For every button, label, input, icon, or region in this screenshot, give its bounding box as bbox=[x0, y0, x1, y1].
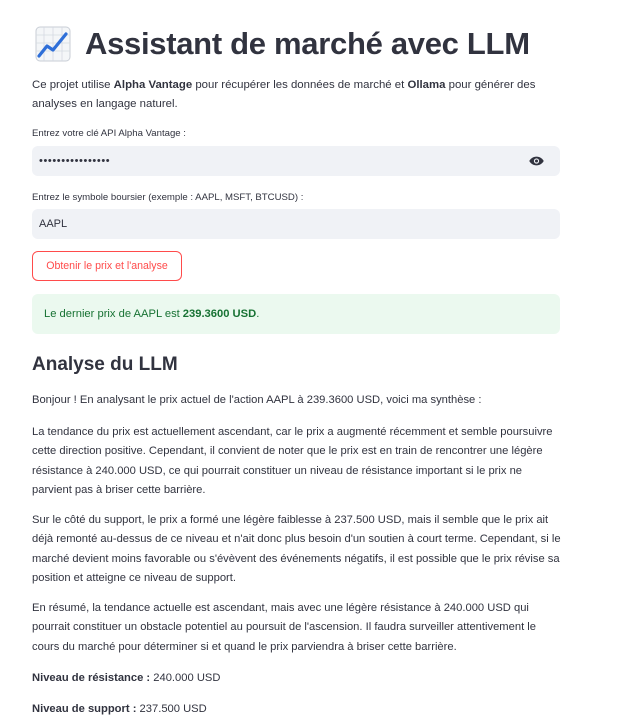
support-label: Niveau de support : bbox=[32, 703, 137, 715]
success-prefix: Le dernier prix de AAPL est bbox=[44, 308, 180, 320]
api-key-masked-value: •••••••••••••••• bbox=[39, 155, 111, 167]
resistance-label: Niveau de résistance : bbox=[32, 672, 151, 684]
success-price: 239.3600 USD bbox=[182, 308, 257, 320]
analysis-paragraph: Sur le côté du support, le prix a formé … bbox=[32, 514, 561, 584]
symbol-input[interactable] bbox=[39, 218, 509, 230]
analysis-paragraph: Bonjour ! En analysant le prix actuel de… bbox=[32, 394, 482, 406]
intro-part-1: Ce projet utilise bbox=[32, 79, 114, 91]
chart-increasing-icon bbox=[35, 26, 71, 62]
resistance-value: 240.000 USD bbox=[150, 672, 221, 684]
support-level: Niveau de support : 237.500 USD bbox=[32, 700, 562, 719]
resistance-level: Niveau de résistance : 240.000 USD bbox=[32, 669, 562, 688]
support-value: 237.500 USD bbox=[136, 703, 207, 715]
intro-text: Ce projet utilise Alpha Vantage pour réc… bbox=[32, 76, 560, 114]
api-key-label: Entrez votre clé API Alpha Vantage : bbox=[32, 128, 186, 139]
symbol-label: Entrez le symbole boursier (exemple : AA… bbox=[32, 192, 304, 203]
symbol-field[interactable] bbox=[32, 209, 560, 239]
get-price-analysis-button[interactable]: Obtenir le prix et l'analyse bbox=[32, 251, 182, 281]
analysis-heading: Analyse du LLM bbox=[32, 354, 178, 375]
intro-bold-ollama: Ollama bbox=[407, 79, 446, 91]
intro-bold-alpha-vantage: Alpha Vantage bbox=[113, 79, 193, 91]
analysis-paragraph: En résumé, la tendance actuelle est asce… bbox=[32, 602, 536, 653]
page-title: Assistant de marché avec LLM bbox=[32, 22, 530, 66]
analysis-paragraph: La tendance du prix est actuellement asc… bbox=[32, 426, 553, 496]
page-title-text: Assistant de marché avec LLM bbox=[85, 26, 530, 61]
success-alert: Le dernier prix de AAPL est 239.3600 USD… bbox=[32, 294, 560, 334]
intro-part-2: pour récupérer les données de marché et bbox=[192, 79, 408, 91]
api-key-field[interactable]: •••••••••••••••• bbox=[32, 146, 560, 176]
eye-icon[interactable] bbox=[529, 155, 544, 167]
success-suffix: . bbox=[256, 308, 260, 320]
